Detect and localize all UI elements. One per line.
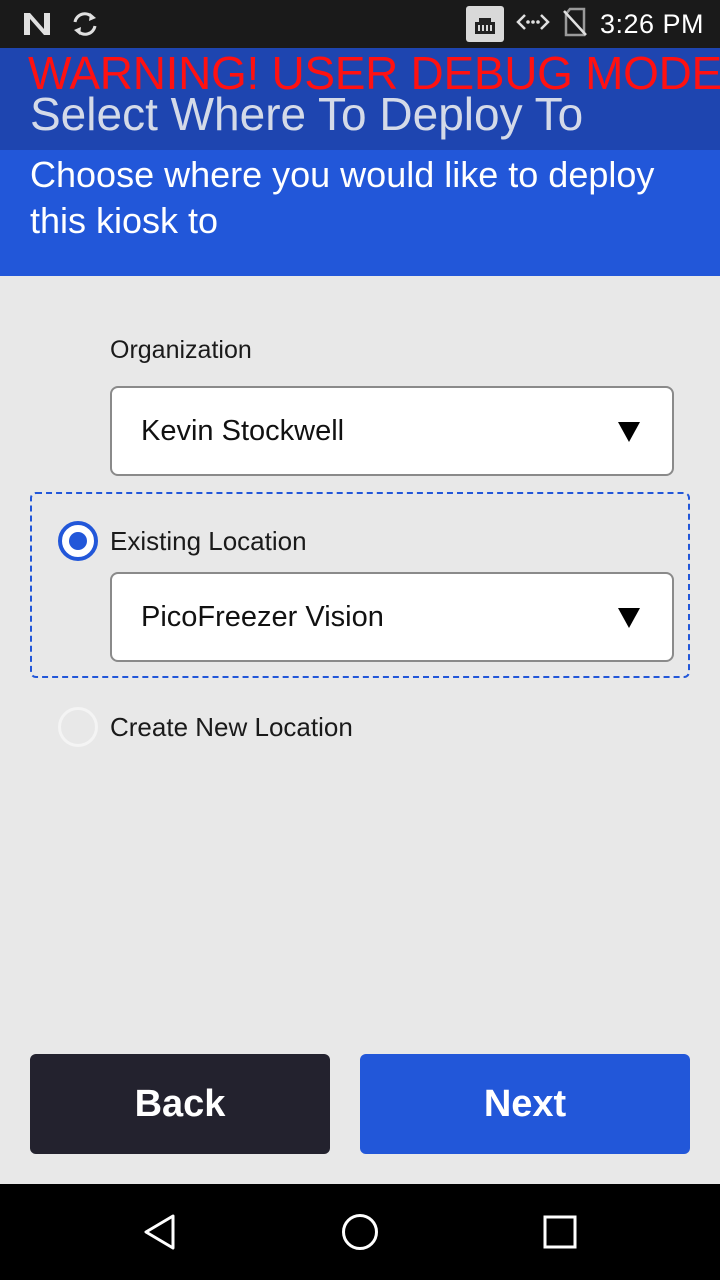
status-bar-right: 3:26 PM xyxy=(465,0,704,48)
ethernet-icon xyxy=(465,6,504,42)
debug-warning-banner: WARNING! USER DEBUG MODE xyxy=(28,48,720,99)
navigation-bar xyxy=(0,1184,720,1280)
no-sim-icon xyxy=(562,7,588,42)
location-dropdown[interactable]: PicoFreezer Vision xyxy=(110,572,674,662)
nav-back-icon[interactable] xyxy=(140,1212,180,1252)
back-button[interactable]: Back xyxy=(30,1054,330,1154)
location-dropdown-value: PicoFreezer Vision xyxy=(141,601,384,633)
nav-recents-icon[interactable] xyxy=(540,1212,580,1252)
n-logo-icon xyxy=(22,11,52,42)
data-transfer-icon xyxy=(516,10,550,39)
page-subtitle: Choose where you would like to deploy th… xyxy=(30,154,655,241)
organization-dropdown-value: Kevin Stockwell xyxy=(141,415,345,447)
create-new-location-radio[interactable] xyxy=(58,707,98,747)
status-time: 3:26 PM xyxy=(599,8,704,39)
create-new-location-label[interactable]: Create New Location xyxy=(110,712,353,743)
organization-dropdown[interactable]: Kevin Stockwell xyxy=(110,386,674,476)
next-button[interactable]: Next xyxy=(360,1054,690,1154)
organization-label: Organization xyxy=(110,336,252,364)
status-bar: 3:26 PM xyxy=(0,0,720,48)
subtitle-bar: Choose where you would like to deploy th… xyxy=(0,150,720,276)
dropdown-arrow-icon xyxy=(618,422,640,442)
dropdown-arrow-icon xyxy=(618,608,640,628)
status-bar-left xyxy=(22,10,100,43)
sync-icon xyxy=(70,10,100,43)
existing-location-radio[interactable] xyxy=(58,521,98,561)
nav-home-icon[interactable] xyxy=(340,1212,380,1252)
title-bar: Select Where To Deploy To WARNING! USER … xyxy=(0,48,720,150)
existing-location-label[interactable]: Existing Location xyxy=(110,526,307,557)
